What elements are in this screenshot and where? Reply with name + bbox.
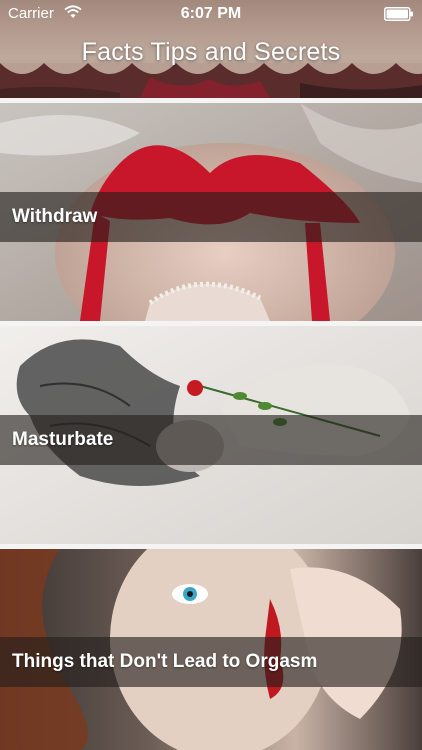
list-item-label: Withdraw [12, 206, 98, 227]
label-band: Withdraw [0, 192, 422, 242]
list-item-label: Masturbate [12, 429, 114, 450]
app-header: Carrier 6:07 PM Facts Tips and Secrets [0, 0, 422, 98]
clock: 6:07 PM [180, 5, 242, 22]
status-bar: Carrier 6:07 PM [0, 0, 422, 28]
label-band: Masturbate [0, 415, 422, 465]
list-item-masturbate[interactable]: Masturbate [0, 326, 422, 544]
page-title: Facts Tips and Secrets [81, 38, 341, 66]
label-band: Things that Don't Lead to Orgasm [0, 637, 422, 687]
curtain-trim [0, 63, 422, 98]
list-item-withdraw[interactable]: Withdraw [0, 103, 422, 321]
battery-icon [384, 7, 413, 21]
list-item-label: Things that Don't Lead to Orgasm [12, 651, 318, 672]
